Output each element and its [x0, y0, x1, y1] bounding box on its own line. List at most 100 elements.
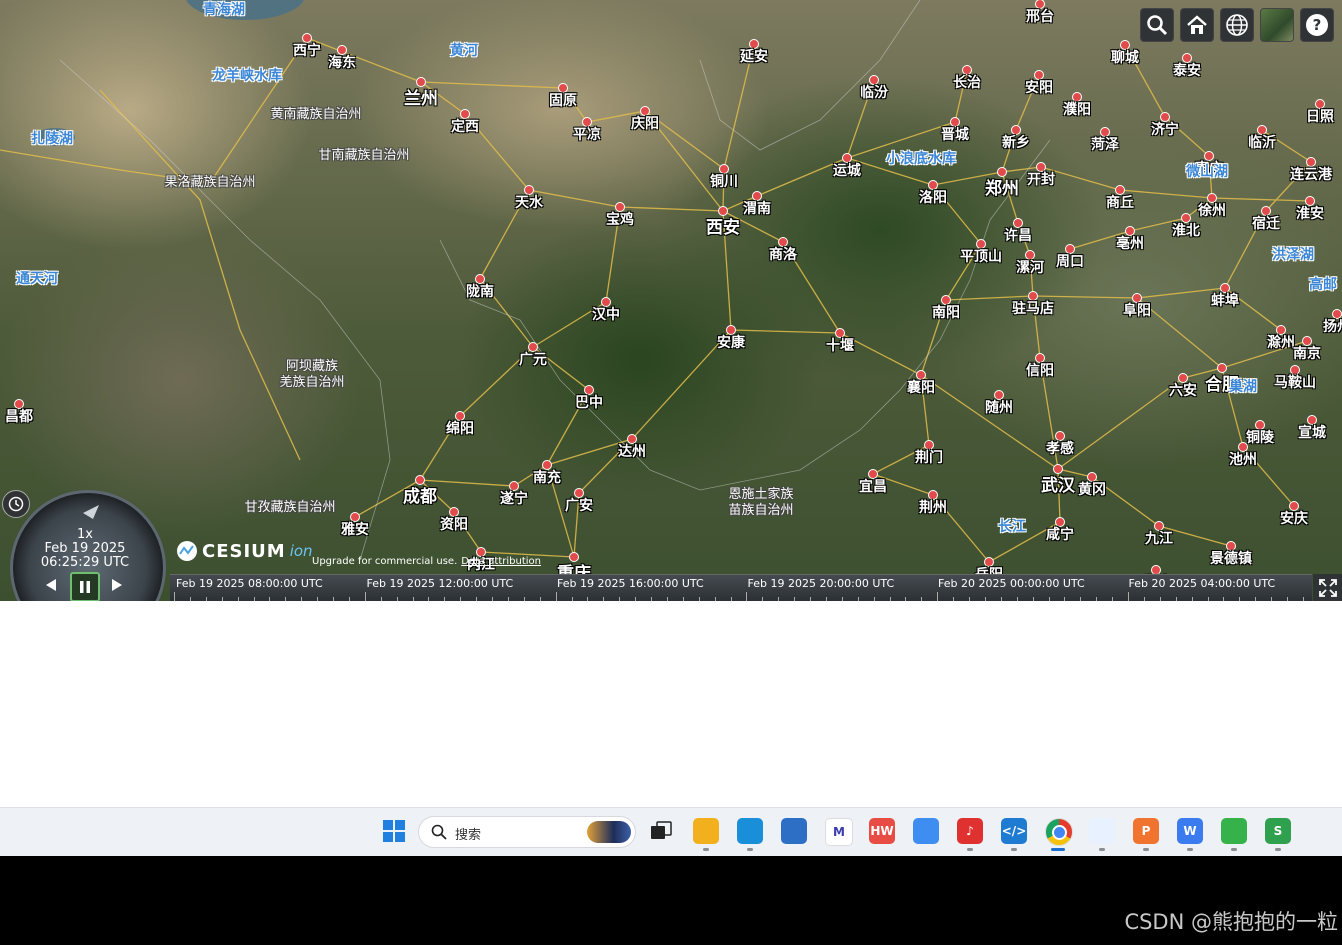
- running-indicator: [1051, 848, 1065, 851]
- city-label: 济宁: [1151, 122, 1179, 138]
- city-label: 孝感: [1046, 441, 1074, 457]
- water-label: 高邮: [1309, 277, 1337, 293]
- windows-taskbar: 搜索 M HW ♪ </> P W S: [0, 807, 1342, 856]
- wechat-icon[interactable]: [1221, 818, 1247, 844]
- huawei-icon[interactable]: HW: [869, 818, 895, 844]
- region-label: 果洛藏族自治州: [164, 175, 256, 190]
- city-label: 商丘: [1106, 195, 1134, 211]
- netease-music-icon[interactable]: ♪: [957, 818, 983, 844]
- city-label: 遂宁: [500, 491, 528, 507]
- city-label: 庆阳: [631, 116, 659, 132]
- file-explorer-icon[interactable]: [693, 818, 719, 844]
- csdn-watermark: CSDN @熊抱抱的一粒: [1124, 910, 1338, 934]
- windows-start-icon[interactable]: [381, 818, 407, 844]
- city-label: 新乡: [1002, 135, 1030, 151]
- task-view-icon[interactable]: [648, 818, 674, 844]
- city-label: 池州: [1229, 452, 1257, 468]
- water-label: 龙羊峡水库: [212, 68, 282, 84]
- search-icon[interactable]: [1140, 8, 1174, 42]
- mail-icon[interactable]: M: [825, 818, 853, 846]
- home-icon[interactable]: [1180, 8, 1214, 42]
- data-attribution-link[interactable]: Data attribution: [461, 556, 541, 567]
- city-label: 聊城: [1111, 50, 1139, 66]
- cesium-logo-icon: [177, 541, 197, 561]
- edge-icon[interactable]: [737, 818, 763, 844]
- city-label: 滁州: [1267, 335, 1295, 351]
- city-label: 宣城: [1298, 425, 1326, 441]
- pause-button[interactable]: [70, 572, 100, 601]
- city-label: 安康: [717, 335, 745, 351]
- city-label: 黄冈: [1078, 482, 1106, 498]
- clock-icon[interactable]: [2, 490, 30, 518]
- city-label: 巴中: [575, 395, 603, 411]
- city-label: 淮安: [1296, 206, 1324, 222]
- city-label: 蚌埠: [1211, 293, 1239, 309]
- help-icon[interactable]: ?: [1300, 8, 1334, 42]
- city-label: 陇南: [466, 284, 494, 300]
- city-label: 平顶山: [960, 249, 1002, 265]
- running-indicator: [1143, 848, 1149, 851]
- city-label: 临沂: [1248, 135, 1276, 151]
- wps-word-icon[interactable]: W: [1177, 818, 1203, 844]
- city-label: 定西: [451, 119, 479, 135]
- city-label: 临汾: [860, 85, 888, 101]
- running-indicator: [1275, 848, 1281, 851]
- region-label: 阿坝藏族 羌族自治州: [279, 359, 345, 390]
- chrome-icon[interactable]: [1045, 818, 1073, 846]
- city-label: 安阳: [1025, 80, 1053, 96]
- timeline[interactable]: Feb 19 2025 08:00:00 UTC Feb 19 2025 12:0…: [170, 574, 1312, 602]
- city-label: 成都: [403, 487, 437, 507]
- city-label: 晋城: [941, 127, 969, 143]
- city-label: 铜陵: [1246, 430, 1274, 446]
- water-label: 微山湖: [1186, 164, 1228, 180]
- wps-sheet-icon[interactable]: S: [1265, 818, 1291, 844]
- city-label: 泰安: [1173, 63, 1201, 79]
- cloud-icon[interactable]: [913, 818, 939, 844]
- city-label: 广安: [565, 498, 593, 514]
- running-indicator: [1187, 848, 1193, 851]
- wps-ppt-icon[interactable]: P: [1133, 818, 1159, 844]
- city-label: 南充: [533, 470, 561, 486]
- city-label: 邢台: [1026, 9, 1054, 25]
- city-label: 周口: [1056, 254, 1084, 270]
- city-label: 宿迁: [1252, 216, 1280, 232]
- vscode-icon[interactable]: </>: [1001, 818, 1027, 844]
- globe-icon[interactable]: [1220, 8, 1254, 42]
- city-label: 兰州: [404, 89, 438, 109]
- city-label: 信阳: [1026, 363, 1054, 379]
- credit-bar: Upgrade for commercial use. Data attribut…: [312, 556, 541, 567]
- search-highlight-icon: [587, 821, 631, 843]
- taskbar-search[interactable]: 搜索: [418, 816, 636, 848]
- search-icon: [431, 824, 447, 840]
- play-reverse-button[interactable]: [38, 572, 64, 598]
- city-label: 马鞍山: [1274, 375, 1316, 391]
- city-label: 渭南: [743, 201, 771, 217]
- imagery-icon[interactable]: [1260, 8, 1294, 42]
- cesium-wordmark: CESIUM: [202, 540, 286, 562]
- city-label: 亳州: [1116, 236, 1144, 252]
- city-label: 宜昌: [859, 479, 887, 495]
- upgrade-link[interactable]: Upgrade for commercial use.: [312, 556, 457, 567]
- city-label: 十堰: [826, 338, 854, 354]
- fullscreen-button[interactable]: [1313, 574, 1342, 601]
- app-icon[interactable]: [1089, 818, 1115, 844]
- cesium-ion-logo[interactable]: CESIUM ion: [176, 540, 313, 562]
- region-label: 甘孜藏族自治州: [244, 500, 336, 515]
- city-label: 延安: [740, 49, 768, 65]
- city-label: 阜阳: [1123, 303, 1151, 319]
- city-label: 荆门: [915, 450, 943, 466]
- play-forward-button[interactable]: [104, 572, 130, 598]
- taskbar-search-placeholder: 搜索: [455, 828, 482, 843]
- city-label: 日照: [1306, 109, 1334, 125]
- cesium-viewer[interactable]: 西宁 海东 兰州 定西 固原 平凉 庆阳 延安 铜川 西安 渭南 天水 宝鸡 商洛 陇南 汉中 安康 十堰 广元 巴中…: [0, 0, 1342, 601]
- city-label: 随州: [985, 400, 1013, 416]
- city-label: 西安: [706, 218, 740, 238]
- store-icon[interactable]: [781, 818, 807, 844]
- city-label: 许昌: [1004, 228, 1032, 244]
- city-label: 长治: [953, 75, 981, 91]
- city-label: 襄阳: [907, 380, 935, 396]
- city-label: 徐州: [1198, 203, 1226, 219]
- city-label: 九江: [1145, 531, 1173, 547]
- timeline-label: Feb 19 2025 20:00:00 UTC: [747, 577, 895, 590]
- animation-speed: 1x: [77, 527, 93, 542]
